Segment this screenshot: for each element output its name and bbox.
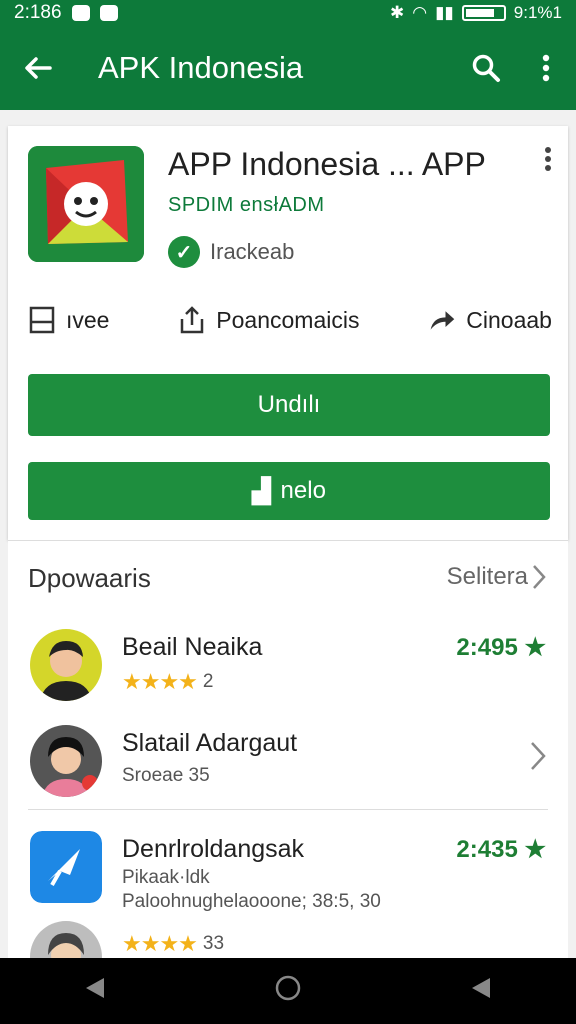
app-badge: ✓ Irackeab [168,236,294,268]
list-item[interactable]: Denrlroldangsak Pikaak·ldk Paloohnughela… [8,827,568,927]
divider [28,809,548,810]
item-score: 2:495 ★ [456,634,546,661]
status-time: 2:186 [14,2,62,23]
save-icon [28,306,56,334]
action-share-label: Poancomaicis [216,306,360,333]
avatar [30,725,102,797]
item-name: Denrlroldangsak [122,835,305,863]
wifi-icon: ◠ [412,3,428,22]
battery-icon [461,5,506,21]
star-rating-icon: ★★★★ [122,931,198,956]
notification-icon [71,5,90,21]
avatar [30,629,102,701]
app-logo-icon [30,831,102,903]
signal-icon: ▮▮ [435,3,454,22]
app-bar: APK Indonesia [0,26,576,110]
chevron-right-icon[interactable] [530,741,546,779]
nav-home-icon[interactable] [274,974,302,1009]
thumb-icon: ▟ [252,477,271,505]
item-meta: ★★★★ 33 [122,931,224,957]
nav-recents-icon[interactable] [470,975,492,1007]
action-save[interactable]: ıvee [28,306,109,334]
back-icon[interactable] [0,26,76,110]
chevron-right-icon [533,565,546,589]
action-share[interactable]: Poancomaicis [178,306,359,334]
install-button[interactable]: Undılı [28,374,550,436]
card-more-icon[interactable] [544,146,552,179]
message-icon [99,5,118,21]
share-icon [178,306,206,334]
list-item[interactable]: Slatail Adargaut Sroeae 35 [8,721,568,817]
section-more-label: Selitera [446,563,528,590]
app-title: APP Indonesia ... APP [168,146,486,182]
item-meta: ★★★★ 2 [122,669,213,695]
related-list: Dpowaaris Selitera Beail Neaika ★★★★ 2 2… [8,540,568,993]
app-bar-title: APK Indonesia [98,50,304,85]
forward-icon [428,306,456,334]
badge-label: Irackeab [210,239,295,264]
verified-check-icon: ✓ [168,236,200,268]
app-icon[interactable] [28,146,144,262]
item-score: 2:435 ★ [456,836,546,863]
item-name: Slatail Adargaut [122,729,298,757]
system-nav-bar [0,958,576,1024]
secondary-button[interactable]: ▟ nelo [28,462,550,520]
item-meta: Pikaak·ldk [122,867,210,888]
app-details-card: APP Indonesia ... APP SPDIM ensłADM ✓ Ir… [8,126,568,540]
star-rating-icon: ★★★★ [122,669,198,694]
action-row: ıvee Poancomaicis Cinoaab [28,306,552,334]
nav-back-icon[interactable] [84,975,106,1007]
app-developer[interactable]: SPDIM ensłADM [168,194,325,217]
status-right-text: 9:1%1 [513,3,562,22]
search-icon[interactable] [456,26,516,110]
more-options-icon[interactable] [516,26,576,110]
status-bar: 2:186 ✱ ◠ ▮▮ 9:1%1 [0,0,576,26]
list-item[interactable]: ★★★★ 33 [8,921,568,993]
item-meta-text: Sroeae 35 [122,765,210,786]
section-more-link[interactable]: Selitera [447,563,546,591]
item-meta-text: 33 [202,933,225,954]
action-forward-label: Cinoaab [466,306,552,333]
item-meta: Sroeae 35 [122,765,210,787]
item-name: Beail Neaika [122,633,263,661]
action-save-label: ıvee [66,306,110,333]
section-title: Dpowaaris [28,563,151,593]
secondary-button-label: nelo [280,477,326,504]
item-meta-text: 2 [202,671,214,692]
item-meta-secondary: Paloohnughelaooone; 38:5, 30 [122,891,381,912]
action-forward[interactable]: Cinoaab [428,306,552,334]
list-item[interactable]: Beail Neaika ★★★★ 2 2:495 ★ [8,625,568,721]
bluetooth-icon: ✱ [389,3,405,22]
